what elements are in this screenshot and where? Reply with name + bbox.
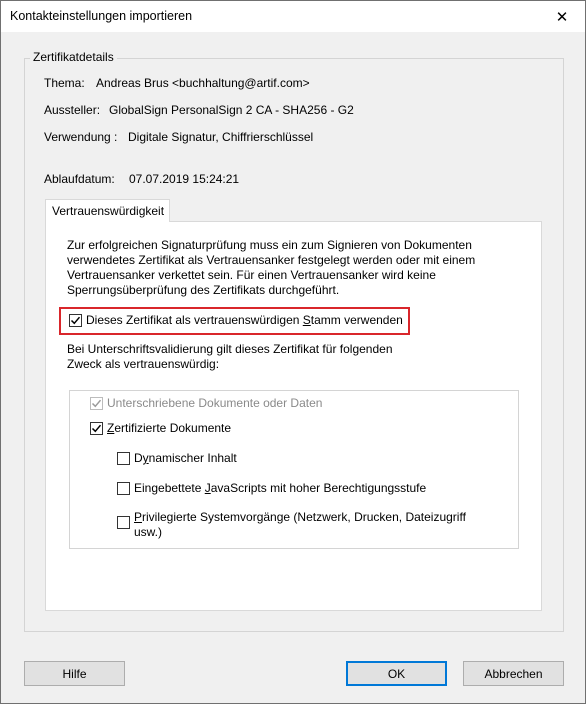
- certified-documents-label[interactable]: Zertifizierte Dokumente: [107, 421, 231, 435]
- close-button[interactable]: ✕: [539, 1, 585, 32]
- expiry-value: 07.07.2019 15:24:21: [129, 172, 240, 186]
- dialog-window: Kontakteinstellungen importieren ✕ Zerti…: [0, 0, 586, 704]
- signed-documents-checkbox: [90, 397, 103, 410]
- usage-label: Verwendung :: [44, 130, 118, 144]
- signed-documents-label: Unterschriebene Dokumente oder Daten: [107, 396, 323, 410]
- window-title: Kontakteinstellungen importieren: [10, 9, 193, 23]
- purpose-text: Bei Unterschriftsvalidierung gilt dieses…: [67, 342, 393, 371]
- privileged-operations-checkbox[interactable]: [117, 516, 130, 529]
- checkmark-icon: [70, 316, 81, 325]
- title-bar: Kontakteinstellungen importieren ✕: [1, 1, 585, 32]
- cancel-button[interactable]: Abbrechen: [463, 661, 564, 686]
- certificate-details-legend: Zertifikatdetails: [30, 50, 117, 64]
- checkmark-icon: [91, 399, 102, 408]
- privileged-operations-label[interactable]: Privilegierte Systemvorgänge (Netzwerk, …: [134, 510, 466, 540]
- usage-value: Digitale Signatur, Chiffrierschlüssel: [128, 130, 314, 144]
- trusted-root-checkbox[interactable]: [69, 314, 82, 327]
- tab-trust[interactable]: Vertrauenswürdigkeit: [45, 199, 170, 222]
- tab-trust-label: Vertrauenswürdigkeit: [52, 204, 165, 218]
- issuer-value: GlobalSign PersonalSign 2 CA - SHA256 - …: [109, 103, 354, 117]
- issuer-label: Aussteller:: [44, 103, 101, 117]
- close-icon: ✕: [555, 8, 569, 26]
- dynamic-content-checkbox[interactable]: [117, 452, 130, 465]
- embedded-javascripts-checkbox[interactable]: [117, 482, 130, 495]
- subject-value: Andreas Brus <buchhaltung@artif.com>: [96, 76, 310, 90]
- checkmark-icon: [91, 424, 102, 433]
- trust-description: Zur erfolgreichen Signaturprüfung muss e…: [67, 238, 476, 297]
- ok-button[interactable]: OK: [346, 661, 447, 686]
- help-button[interactable]: Hilfe: [24, 661, 125, 686]
- subject-label: Thema:: [44, 76, 85, 90]
- certified-documents-checkbox[interactable]: [90, 422, 103, 435]
- embedded-javascripts-label[interactable]: Eingebettete JavaScripts mit hoher Berec…: [134, 481, 426, 495]
- dynamic-content-label[interactable]: Dynamischer Inhalt: [134, 451, 237, 465]
- trusted-root-label[interactable]: Dieses Zertifikat als vertrauenswürdigen…: [86, 313, 403, 327]
- expiry-label: Ablaufdatum:: [44, 172, 115, 186]
